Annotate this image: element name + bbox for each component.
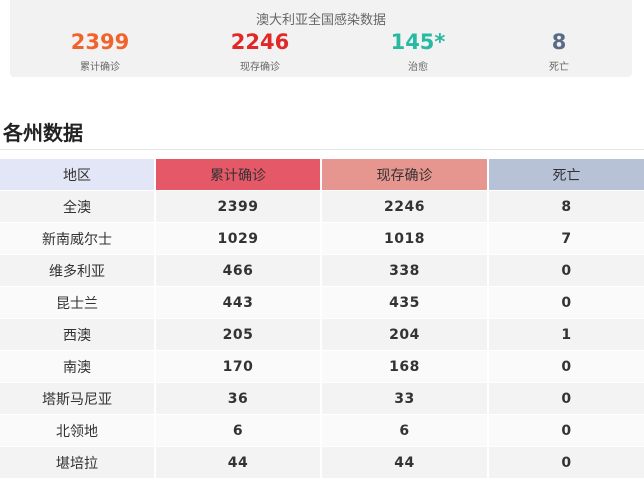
- stat-active-confirmed: 2246 现存确诊: [185, 30, 335, 73]
- table-row: 维多利亚 466 338 0: [0, 254, 644, 287]
- header-active-confirmed: 现存确诊: [321, 159, 489, 191]
- stat-recovered: 145* 治愈: [343, 30, 493, 73]
- cell-total-confirmed: 44: [155, 446, 322, 478]
- cell-region: 北领地: [0, 414, 156, 447]
- cell-active-confirmed: 435: [321, 286, 489, 319]
- cell-active-confirmed: 6: [321, 414, 489, 447]
- cell-region: 新南威尔士: [0, 222, 156, 255]
- cell-region: 塔斯马尼亚: [0, 382, 156, 415]
- cell-region: 全澳: [0, 190, 156, 223]
- cell-region: 堪培拉: [0, 446, 156, 478]
- stat-active-confirmed-value: 2246: [230, 30, 290, 54]
- cell-total-confirmed: 6: [155, 414, 322, 447]
- cell-deaths: 7: [488, 222, 644, 255]
- stat-total-confirmed-label: 累计确诊: [80, 62, 120, 73]
- state-data-table: 地区 累计确诊 现存确诊 死亡 全澳 2399 2246 8 新南威尔士 102…: [0, 159, 644, 478]
- table-row: 西澳 205 204 1: [0, 318, 644, 351]
- cell-total-confirmed: 466: [155, 254, 322, 287]
- table-row: 新南威尔士 1029 1018 7: [0, 222, 644, 255]
- cell-active-confirmed: 1018: [321, 222, 489, 255]
- stat-total-confirmed-value: 2399: [70, 30, 130, 54]
- cell-region: 维多利亚: [0, 254, 156, 287]
- cell-total-confirmed: 205: [155, 318, 322, 351]
- cell-deaths: 0: [488, 350, 644, 383]
- table-header-row: 地区 累计确诊 现存确诊 死亡: [0, 159, 644, 191]
- table-row: 北领地 6 6 0: [0, 414, 644, 447]
- table-row: 全澳 2399 2246 8: [0, 190, 644, 223]
- table-row: 昆士兰 443 435 0: [0, 286, 644, 319]
- stat-deaths-value: 8: [551, 30, 567, 54]
- cell-total-confirmed: 2399: [155, 190, 322, 223]
- cell-active-confirmed: 44: [321, 446, 489, 478]
- cell-total-confirmed: 170: [155, 350, 322, 383]
- cell-total-confirmed: 443: [155, 286, 322, 319]
- cell-total-confirmed: 36: [155, 382, 322, 415]
- cell-deaths: 0: [488, 414, 644, 447]
- stat-deaths: 8 死亡: [484, 30, 634, 73]
- cell-active-confirmed: 338: [321, 254, 489, 287]
- table-row: 南澳 170 168 0: [0, 350, 644, 383]
- section-divider: [0, 149, 644, 150]
- cell-region: 昆士兰: [0, 286, 156, 319]
- national-summary-panel: 澳大利亚全国感染数据 2399 累计确诊 2246 现存确诊 145* 治愈 8…: [10, 0, 632, 77]
- cell-region: 西澳: [0, 318, 156, 351]
- cell-active-confirmed: 168: [321, 350, 489, 383]
- cell-deaths: 0: [488, 254, 644, 287]
- cell-active-confirmed: 204: [321, 318, 489, 351]
- cell-active-confirmed: 33: [321, 382, 489, 415]
- cell-deaths: 0: [488, 286, 644, 319]
- header-total-confirmed: 累计确诊: [155, 159, 322, 191]
- cell-deaths: 0: [488, 446, 644, 478]
- stat-recovered-label: 治愈: [408, 62, 428, 73]
- cell-region: 南澳: [0, 350, 156, 383]
- table-row: 塔斯马尼亚 36 33 0: [0, 382, 644, 415]
- cell-deaths: 0: [488, 382, 644, 415]
- stat-deaths-label: 死亡: [549, 62, 569, 73]
- stat-active-confirmed-label: 现存确诊: [240, 62, 280, 73]
- table-row: 堪培拉 44 44 0: [0, 446, 644, 478]
- header-deaths: 死亡: [488, 159, 644, 191]
- cell-deaths: 8: [488, 190, 644, 223]
- cell-active-confirmed: 2246: [321, 190, 489, 223]
- section-title: 各州数据: [3, 121, 83, 145]
- cell-deaths: 1: [488, 318, 644, 351]
- stat-total-confirmed: 2399 累计确诊: [25, 30, 175, 73]
- cell-total-confirmed: 1029: [155, 222, 322, 255]
- stat-recovered-value: 145*: [390, 30, 446, 54]
- header-region: 地区: [0, 159, 156, 191]
- summary-title: 澳大利亚全国感染数据: [255, 13, 386, 28]
